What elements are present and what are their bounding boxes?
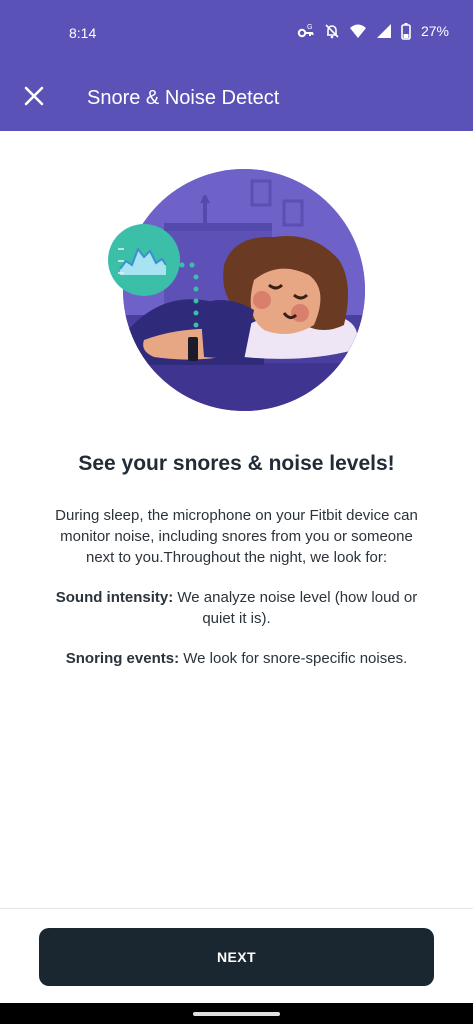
sound-intensity-item: Sound intensity: We analyze noise level … — [44, 587, 429, 629]
page-title: Snore & Noise Detect — [87, 87, 280, 109]
toolbar: Snore & Noise Detect — [0, 74, 473, 122]
svg-text:G: G — [307, 24, 312, 31]
status-bar: 8:14 G 27% — [0, 18, 473, 48]
vpn-key-icon: G — [297, 22, 315, 40]
system-nav-bar — [0, 1003, 473, 1024]
close-button[interactable] — [20, 84, 48, 112]
app-bar: 8:14 G 27% Snore & Noise Detect — [0, 0, 473, 131]
wifi-icon — [349, 22, 367, 40]
status-time: 8:14 — [69, 25, 97, 41]
onboarding-heading: See your snores & noise levels! — [78, 452, 395, 475]
next-button[interactable]: NEXT — [39, 928, 434, 986]
signal-icon — [375, 22, 393, 40]
sleeping-person-illustration — [104, 165, 366, 415]
snoring-events-item: Snoring events: We look for snore-specif… — [44, 648, 429, 669]
close-icon — [24, 86, 44, 111]
battery-icon — [401, 22, 411, 40]
home-indicator[interactable] — [193, 1012, 280, 1016]
footer-divider — [0, 908, 473, 909]
snoring-events-label: Snoring events: — [65, 650, 180, 667]
notifications-off-icon — [323, 22, 341, 40]
sound-intensity-label: Sound intensity: — [55, 589, 174, 606]
sound-intensity-text: We analyze noise level (how loud or quie… — [173, 589, 418, 627]
snoring-events-text: We look for snore-specific noises. — [179, 650, 408, 667]
intro-paragraph: During sleep, the microphone on your Fit… — [55, 507, 418, 566]
description: During sleep, the microphone on your Fit… — [44, 505, 429, 688]
battery-percent: 27% — [420, 23, 449, 39]
status-icons: G 27% — [297, 22, 449, 40]
